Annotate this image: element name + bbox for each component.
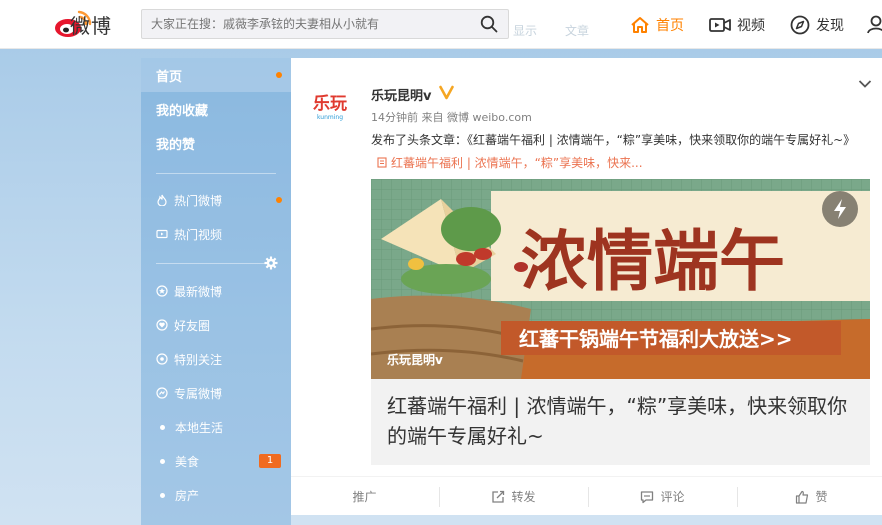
divider [156,263,276,264]
avatar[interactable]: 乐玩 kunming [311,87,361,123]
sidebar-item-friends[interactable]: 好友圈 [141,308,291,342]
comment-button[interactable]: 评论 [589,477,736,516]
action-label: 评论 [660,490,685,504]
nav-video-label: 视频 [737,18,765,34]
exclusive-icon [156,387,168,399]
sidebar-item-latest[interactable]: 最新微博 [141,274,291,308]
sidebar-item-real-estate[interactable]: 房产 [141,478,291,512]
star-circle-icon [156,285,168,297]
user-icon[interactable] [866,14,882,34]
banner-subtitle: 红蕃干锅端午节福利大放送>> [519,327,793,351]
bullet-dot [160,492,165,498]
repost-button[interactable]: 转发 [440,477,587,516]
fire-icon [157,194,167,206]
article-cover-image[interactable]: 浓情端午 红蕃干锅端午节福利大放送>> 乐玩昆明v [371,179,870,379]
divider [156,173,276,174]
home-icon [631,17,649,33]
search-box[interactable] [141,9,509,39]
sidebar-item-likes[interactable]: 我的赞 [141,126,291,160]
post-text: 发布了头条文章：《红蕃端午福利 | 浓情端午，“粽”享美味，快来领取你的端午专属… [371,129,871,175]
compass-icon [790,15,810,35]
ghost-link: 显示 [513,24,538,38]
sidebar-item-label: 首页 [156,69,183,85]
chevron-down-icon[interactable] [858,79,872,89]
nav-discover[interactable]: 发现 [790,14,844,36]
sidebar-item-home[interactable]: 首页 [141,58,291,92]
sidebar-item-label: 特别关注 [174,352,223,367]
post-meta: 14分钟前 来自 微博 weibo.com [371,111,532,124]
article-icon [377,157,387,168]
sidebar-item-label: 我的赞 [156,137,196,153]
sidebar-item-hot-video[interactable]: 热门视频 [141,217,291,251]
action-label: 转发 [511,490,536,504]
new-indicator-dot [276,72,282,78]
gear-icon[interactable] [264,256,278,270]
action-label: 推广 [352,490,377,504]
sidebar-item-label: 热门微博 [174,193,223,208]
sidebar-item-hot-weibo[interactable]: 热门微博 [141,183,291,217]
sidebar-item-label: 本地生活 [175,420,224,435]
nav-home[interactable]: 首页 [630,14,684,36]
dragon-boat-banner-image: 浓情端午 红蕃干锅端午节福利大放送>> [371,179,870,379]
like-button[interactable]: 赞 [738,477,882,516]
sidebar-item-label: 热门视频 [174,227,223,242]
video-icon [709,18,731,32]
sidebar-item-favorites[interactable]: 我的收藏 [141,92,291,126]
logo-text[interactable]: 微博 [70,10,112,39]
eye-circle-icon [156,353,168,365]
sidebar-item-label: 最新微博 [174,284,223,299]
flash-icon[interactable] [821,190,859,228]
article-caption[interactable]: 红蕃端午福利 | 浓情端午，“粽”享美味，快来领取你的端午专属好礼~ [371,379,870,465]
search-icon[interactable] [480,15,498,33]
sidebar-item-local-life[interactable]: 本地生活 [141,410,291,444]
sidebar-item-label: 专属微博 [174,386,223,401]
article-title[interactable]: 红蕃端午福利 | 浓情端午，“粽”享美味，快来领取你的端午专属好礼~ [387,391,857,451]
search-input[interactable] [151,10,471,38]
promote-button[interactable]: 推广 [291,477,438,516]
bullet-dot [160,424,165,430]
article-link[interactable]: 红蕃端午福利 | 浓情端午，“粽”享美味，快来... [391,156,643,170]
comment-icon [641,490,654,503]
ghost-link: 文章 [565,24,590,38]
bullet-dot [160,458,165,464]
unread-badge: 1 [259,454,281,468]
left-sidebar: 首页 我的收藏 我的赞 热门微博 热门视频 最新微博 好友圈 特别关注 专属微博… [141,58,291,525]
nav-home-label: 首页 [656,18,684,34]
post-text-prefix: 发布了头条文章：《红蕃端午福利 | 浓情端午，“粽”享美味，快来领取你的端午专属… [371,133,856,147]
sidebar-item-special-follow[interactable]: 特别关注 [141,342,291,376]
video-icon [156,229,168,239]
sidebar-item-exclusive[interactable]: 专属微博 [141,376,291,410]
verified-icon [439,85,454,100]
sidebar-item-label: 好友圈 [174,318,211,333]
feed-card: 乐玩 kunming 乐玩昆明v 14分钟前 来自 微博 weibo.com 发… [291,58,882,515]
svg-text:乐玩: 乐玩 [313,94,347,114]
sidebar-item-label: 美食 [175,454,200,469]
image-watermark: 乐玩昆明v [387,353,443,367]
nav-video[interactable]: 视频 [709,14,765,36]
new-indicator-dot [276,197,282,203]
post-actions: 推广 转发 评论 赞 [291,476,882,516]
repost-icon [492,490,505,503]
sidebar-item-label: 房产 [175,488,200,503]
nav-discover-label: 发现 [816,18,844,34]
top-bar: 微博 显示 文章 首页 视频 发现 [0,0,882,49]
author-name[interactable]: 乐玩昆明v [371,85,431,104]
thumbs-up-icon [796,490,809,504]
banner-title: 浓情端午 [521,222,785,300]
svg-text:kunming: kunming [317,114,343,121]
sidebar-item-label: 我的收藏 [156,103,209,119]
sidebar-item-food[interactable]: 美食 1 [141,444,291,478]
heart-circle-icon [156,319,168,331]
action-label: 赞 [815,490,828,504]
